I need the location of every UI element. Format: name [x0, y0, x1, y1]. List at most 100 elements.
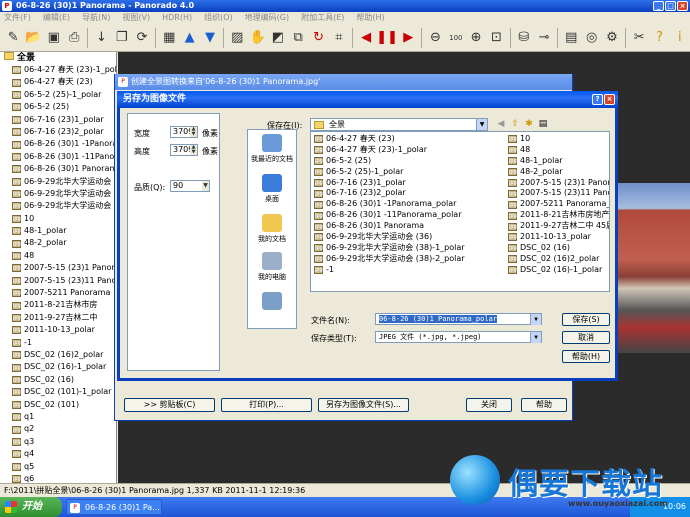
close-button[interactable]: ×	[677, 1, 688, 11]
tree-item[interactable]: jpg 06-4-27 春天 (23)	[0, 76, 116, 88]
tree-item[interactable]: jpg 2011-10-13_polar	[0, 324, 116, 336]
help-icon[interactable]: ?	[592, 94, 603, 105]
taskbar-item-panorado[interactable]: P 06-8-26 (30)1 Pa...	[66, 499, 162, 515]
file-item[interactable]: jpg 2007-5211 Panorama_p	[508, 199, 609, 210]
tree-item[interactable]: jpg2007-5-15 (23)11 Panorama	[0, 275, 116, 287]
height-input[interactable]: 3709 ▲ ▼	[170, 144, 198, 156]
file-item[interactable]: jpg 06-5-2 (25)-1_polar	[314, 167, 465, 178]
file-item[interactable]: jpg 06-9-29北华大学运动会 (38)-2_polar	[314, 254, 465, 265]
tree-item[interactable]: jpg 48	[0, 250, 116, 262]
file-item[interactable]: jpg 06-8-26 (30)1 -1Panorama_polar	[314, 199, 465, 210]
file-item[interactable]: jpg 10	[508, 134, 609, 145]
lookin-select[interactable]: 全景 ▼	[310, 118, 488, 131]
zoom-100-icon[interactable]: 100	[446, 27, 466, 49]
clipboard-button[interactable]: >> 剪贴板(C)	[124, 398, 215, 412]
file-item[interactable]: jpg DSC_02 (16)-1_polar	[508, 265, 609, 276]
tree-item[interactable]: jpg 2011-8-21吉林市房	[0, 299, 116, 311]
tree-item[interactable]: jpg 48-1_polar	[0, 225, 116, 237]
photo-icon[interactable]: ◩	[268, 27, 288, 49]
file-item[interactable]: jpg -1	[314, 265, 465, 276]
file-item[interactable]: jpg 06-4-27 春天 (23)-1_polar	[314, 145, 465, 156]
place-recent[interactable]: 我最近的文档	[248, 134, 296, 164]
down-icon[interactable]: ▼	[200, 27, 220, 49]
tree-item[interactable]: jpg06-8-26 (30)1 -1Panorama	[0, 138, 116, 150]
print-button[interactable]: 打印(P)...	[221, 398, 312, 412]
file-list[interactable]: jpg 06-4-27 春天 (23) jpg 06-4-27 春天 (23)-1_p…	[310, 131, 610, 292]
open-icon[interactable]: 📂	[23, 27, 43, 49]
chevron-down-icon[interactable]: ▼	[476, 119, 487, 130]
up-folder-icon[interactable]: ⇧	[509, 118, 521, 130]
new-folder-icon[interactable]: ✎	[3, 27, 23, 49]
tree-item[interactable]: jpg DSC_02 (16)	[0, 374, 116, 386]
print-icon[interactable]: ⎙	[64, 27, 84, 49]
close-window-button[interactable]: 关闭	[466, 398, 512, 412]
new-folder-icon[interactable]: ✱	[523, 118, 535, 130]
place-network[interactable]	[248, 292, 296, 312]
transform-icon[interactable]: ⌗	[329, 27, 349, 49]
file-item[interactable]: jpg 48-1_polar	[508, 156, 609, 167]
help-button[interactable]: 帮助(H)	[562, 350, 610, 363]
place-desktop[interactable]: 桌面	[248, 174, 296, 204]
tree-item[interactable]: jpg 06-9-29北华大学运动会	[0, 200, 116, 212]
up-icon[interactable]: ▲	[179, 27, 199, 49]
tree-item[interactable]: jpg 06-5-2 (25)-1_polar	[0, 89, 116, 101]
help-button[interactable]: 帮助	[521, 398, 567, 412]
fit-icon[interactable]: ⊡	[486, 27, 506, 49]
tree-item[interactable]: jpg q1	[0, 411, 116, 423]
tree-item[interactable]: jpg DSC_02 (16)2_polar	[0, 349, 116, 361]
tree-item[interactable]: jpg 06-8-26 (30)1 Panorama	[0, 163, 116, 175]
grid-icon[interactable]: ▦	[159, 27, 179, 49]
menu-item[interactable]: 文件(F)	[4, 12, 31, 24]
tree-item[interactable]: jpg q5	[0, 461, 116, 473]
quality-select[interactable]: 90 ▼	[170, 180, 210, 192]
tree-item[interactable]: jpg q6	[0, 473, 116, 483]
file-item[interactable]: jpg 2011-9-27吉林二中 45届	[508, 221, 609, 232]
menu-item[interactable]: 编辑(E)	[43, 12, 70, 24]
zoom-out-icon[interactable]: ⊖	[425, 27, 445, 49]
tree-item[interactable]: jpg2007-5-15 (23)1 Panorama	[0, 262, 116, 274]
tools-icon[interactable]: ✂	[629, 27, 649, 49]
tree-item[interactable]: jpg q4	[0, 448, 116, 460]
folder-tree[interactable]: 全景 jpg 06-4-27 春天 (23)-1_polar jpg 06-4-27 …	[0, 52, 117, 483]
file-item[interactable]: jpg 06-9-29北华大学运动会 (38)-1_polar	[314, 243, 465, 254]
file-item[interactable]: jpg DSC_02 (16)	[508, 243, 609, 254]
sort-icon[interactable]: ↓	[91, 27, 111, 49]
place-computer[interactable]: 我的电脑	[248, 252, 296, 282]
network-icon[interactable]: ⛁	[514, 27, 534, 49]
slideshow-icon[interactable]: ▤	[561, 27, 581, 49]
file-item[interactable]: jpg 48	[508, 145, 609, 156]
copy-icon[interactable]: ❐	[112, 27, 132, 49]
file-item[interactable]: jpg 06-8-26 (30)1 -11Panorama_polar	[314, 210, 465, 221]
file-item[interactable]: jpg 06-9-29北华大学运动会 (36)	[314, 232, 465, 243]
tree-item[interactable]: jpg 06-5-2 (25)	[0, 101, 116, 113]
chevron-down-icon[interactable]: ▼	[530, 314, 541, 325]
tree-item[interactable]: jpg 06-9-29北华大学运动会	[0, 176, 116, 188]
view-menu-icon[interactable]: ▤	[537, 118, 549, 130]
tree-item[interactable]: jpg 2011-9-27吉林二中	[0, 312, 116, 324]
menu-item[interactable]: 组织(O)	[204, 12, 233, 24]
file-item[interactable]: jpg 06-5-2 (25)	[314, 156, 465, 167]
save-as-image-button[interactable]: 另存为图像文件(S)...	[318, 398, 409, 412]
place-documents[interactable]: 我的文档	[248, 214, 296, 244]
menu-item[interactable]: 视图(V)	[122, 12, 150, 24]
minimize-button[interactable]: _	[653, 1, 664, 11]
file-item[interactable]: jpg 2011-8-21吉林市房地产	[508, 210, 609, 221]
menu-item[interactable]: 帮助(H)	[356, 12, 384, 24]
tree-item[interactable]: jpg 06-4-27 春天 (23)-1_polar	[0, 64, 116, 76]
chevron-down-icon[interactable]: ▼	[530, 332, 541, 343]
width-input[interactable]: 3709 ▲ ▼	[170, 126, 198, 138]
tree-item[interactable]: jpg06-8-26 (30)1 -11Panorama	[0, 151, 116, 163]
rotate-icon[interactable]: ↻	[308, 27, 328, 49]
spin-icon[interactable]: ▲ ▼	[190, 145, 197, 155]
hand-icon[interactable]: ✋	[247, 27, 267, 49]
tree-item[interactable]: jpg -1	[0, 337, 116, 349]
tree-item[interactable]: jpg 06-7-16 (23)2_polar	[0, 126, 116, 138]
tree-item[interactable]: jpg 06-9-29北华大学运动会	[0, 188, 116, 200]
tree-item[interactable]: jpg q3	[0, 436, 116, 448]
zoom-in-icon[interactable]: ⊕	[466, 27, 486, 49]
image-icon[interactable]: ▨	[227, 27, 247, 49]
menu-item[interactable]: HDR(H)	[162, 12, 192, 24]
file-item[interactable]: jpg 06-8-26 (30)1 Panorama	[314, 221, 465, 232]
spin-icon[interactable]: ▲ ▼	[190, 127, 197, 137]
web-icon[interactable]: ◎	[581, 27, 601, 49]
